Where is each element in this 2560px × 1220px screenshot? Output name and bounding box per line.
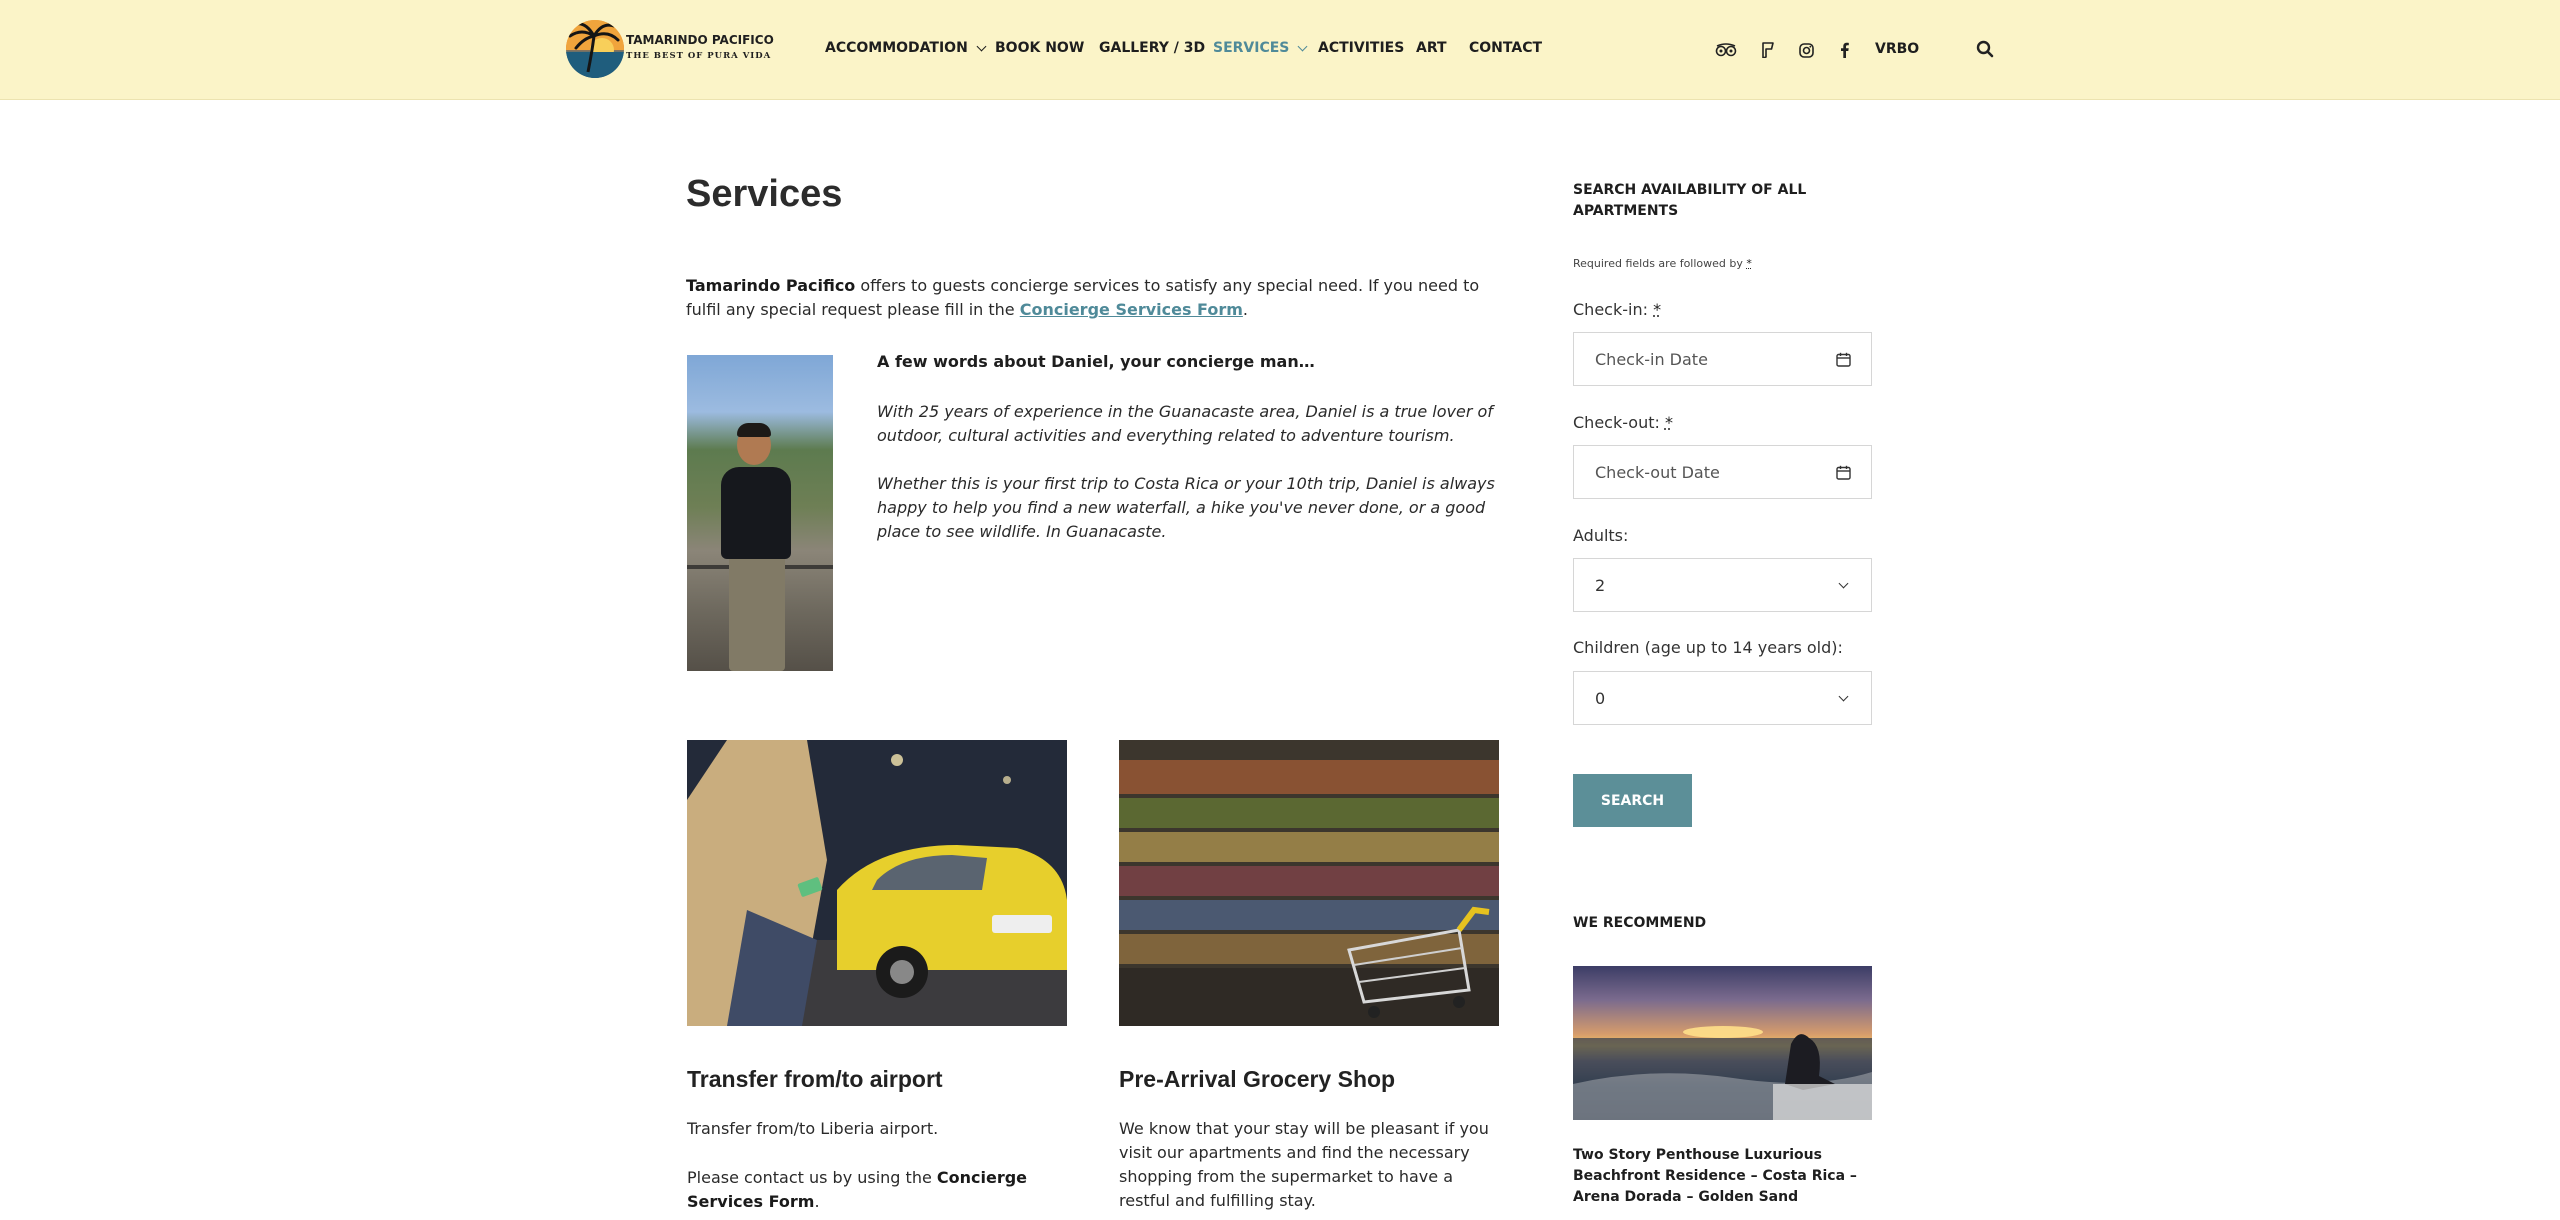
- palm-tree-icon: [566, 20, 624, 78]
- site-logo[interactable]: TAMARINDO PACIFICO THE BEST OF PURA VIDA: [566, 20, 774, 80]
- nav-art-label: ART: [1416, 40, 1447, 56]
- required-fields-note: Required fields are followed by *: [1573, 257, 1752, 270]
- checkout-label: Check-out: *: [1573, 413, 1673, 432]
- recommended-property-image[interactable]: [1573, 966, 1872, 1120]
- nav-book-now-label: BOOK NOW: [995, 40, 1085, 56]
- checkout-label-text: Check-out:: [1573, 413, 1665, 432]
- grocery-shop-title: Pre-Arrival Grocery Shop: [1119, 1066, 1396, 1092]
- nav-activities[interactable]: ACTIVITIES: [1318, 40, 1404, 56]
- site-header: TAMARINDO PACIFICO THE BEST OF PURA VIDA…: [0, 0, 2560, 100]
- checkin-date-field[interactable]: Check-in Date: [1573, 332, 1872, 386]
- nav-gallery-label: GALLERY / 3D: [1099, 40, 1206, 56]
- children-select[interactable]: 0: [1573, 671, 1872, 725]
- checkout-required-asterisk: *: [1664, 413, 1673, 432]
- checkin-label: Check-in: *: [1573, 300, 1661, 319]
- required-fields-text: Required fields are followed by: [1573, 257, 1747, 270]
- calendar-icon[interactable]: [1836, 352, 1851, 367]
- chevron-down-icon: [1838, 578, 1849, 588]
- tripadvisor-icon[interactable]: [1714, 38, 1738, 62]
- chevron-down-icon: [1838, 691, 1849, 701]
- adults-value: 2: [1595, 575, 1606, 595]
- nav-art[interactable]: ART: [1416, 40, 1447, 56]
- adults-label: Adults:: [1573, 526, 1629, 545]
- nav-services[interactable]: SERVICES: [1213, 40, 1308, 56]
- vrbo-link[interactable]: VRBO: [1875, 41, 1919, 57]
- page-title: Services: [686, 173, 843, 215]
- chevron-down-icon: [976, 41, 987, 51]
- airport-transfer-contact-text: Please contact us by using the: [687, 1168, 937, 1187]
- grocery-shop-image: [1119, 740, 1499, 1026]
- recommended-property-title[interactable]: Two Story Penthouse Luxurious Beachfront…: [1573, 1145, 1873, 1208]
- airport-transfer-image: [687, 740, 1067, 1026]
- intro-paragraph: Tamarindo Pacifico offers to guests conc…: [686, 274, 1506, 322]
- nav-gallery[interactable]: GALLERY / 3D: [1099, 40, 1205, 56]
- children-value: 0: [1595, 688, 1606, 708]
- search-icon[interactable]: [1976, 40, 1996, 60]
- intro-text-end: .: [1242, 300, 1248, 319]
- children-label: Children (age up to 14 years old):: [1573, 638, 1843, 657]
- checkin-placeholder: Check-in Date: [1595, 349, 1708, 369]
- nav-activities-label: ACTIVITIES: [1318, 40, 1405, 56]
- chevron-down-icon: [1297, 41, 1308, 51]
- instagram-icon[interactable]: [1796, 38, 1816, 62]
- airport-transfer-title: Transfer from/to airport: [687, 1066, 943, 1092]
- checkout-date-field[interactable]: Check-out Date: [1573, 445, 1872, 499]
- checkin-required-asterisk: *: [1653, 300, 1662, 319]
- airport-transfer-text: Transfer from/to Liberia airport.: [687, 1119, 939, 1138]
- checkin-label-text: Check-in:: [1573, 300, 1654, 319]
- facebook-icon[interactable]: [1834, 38, 1854, 62]
- adults-select[interactable]: 2: [1573, 558, 1872, 612]
- search-availability-button[interactable]: SEARCH: [1573, 774, 1692, 827]
- airport-transfer-contact-end: .: [814, 1192, 820, 1211]
- about-daniel-paragraph-1: With 25 years of experience in the Guana…: [877, 402, 1493, 445]
- logo-subtitle: THE BEST OF PURA VIDA: [626, 51, 772, 61]
- availability-heading: SEARCH AVAILABILITY OF ALL APARTMENTS: [1573, 182, 1807, 219]
- required-asterisk: *: [1746, 257, 1752, 270]
- grocery-shop-text: We know that your stay will be pleasant …: [1119, 1119, 1489, 1210]
- nav-accommodation[interactable]: ACCOMMODATION: [825, 40, 987, 56]
- nav-services-label: SERVICES: [1213, 40, 1290, 56]
- nav-contact[interactable]: CONTACT: [1469, 40, 1542, 56]
- logo-title: TAMARINDO PACIFICO: [626, 33, 774, 47]
- about-daniel-heading: A few words about Daniel, your concierge…: [877, 352, 1315, 371]
- calendar-icon[interactable]: [1836, 465, 1851, 480]
- logo-sunset-emblem: [566, 20, 624, 78]
- concierge-photo: [687, 355, 833, 671]
- airport-transfer-contact: Please contact us by using the Concierge…: [687, 1166, 1067, 1214]
- about-daniel-paragraph-2: Whether this is your first trip to Costa…: [877, 474, 1495, 541]
- nav-contact-label: CONTACT: [1469, 40, 1543, 56]
- concierge-form-link[interactable]: Concierge Services Form: [1020, 300, 1243, 319]
- nav-accommodation-label: ACCOMMODATION: [825, 40, 968, 56]
- nav-book-now[interactable]: BOOK NOW: [995, 40, 1084, 56]
- foursquare-icon[interactable]: [1758, 38, 1778, 62]
- intro-brand: Tamarindo Pacifico: [686, 276, 856, 295]
- we-recommend-heading: WE RECOMMEND: [1573, 915, 1707, 931]
- checkout-placeholder: Check-out Date: [1595, 462, 1720, 482]
